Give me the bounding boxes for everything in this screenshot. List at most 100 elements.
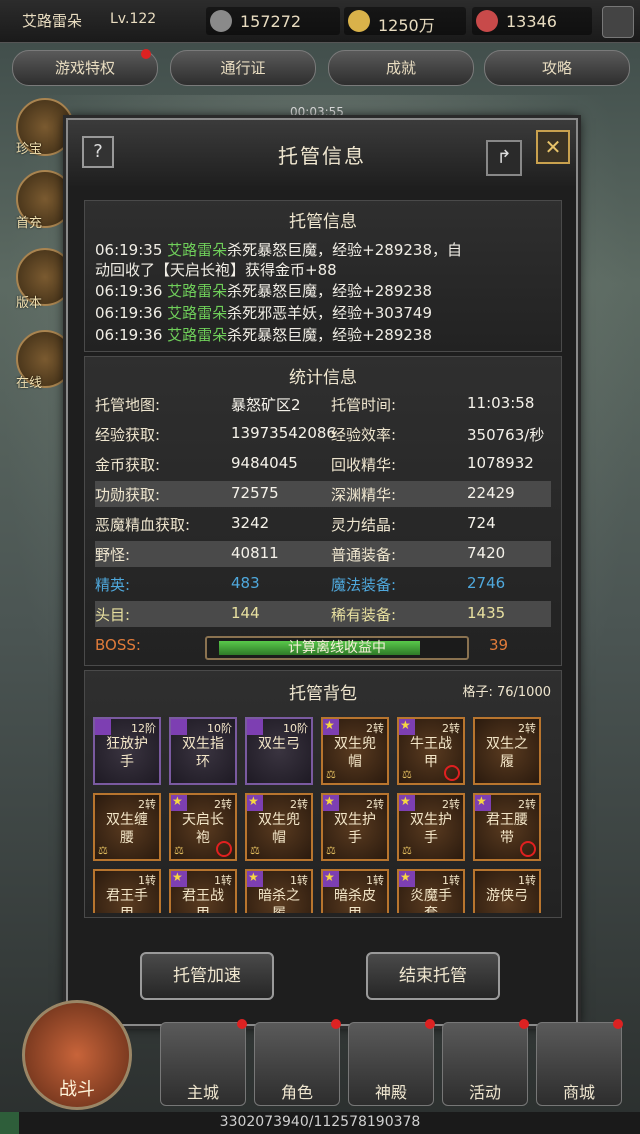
stat-value: 22429 xyxy=(467,484,515,502)
nav-item[interactable]: 神殿 xyxy=(348,1019,435,1106)
stat-value: 724 xyxy=(467,514,496,532)
balance-icon: ⚖ xyxy=(250,844,260,857)
nav-label: 角色 xyxy=(280,1083,313,1102)
gold-value: 1250万 xyxy=(378,16,435,35)
bag-item[interactable]: 12阶 狂放护手 xyxy=(93,717,161,785)
log-time: 06:19:36 xyxy=(95,326,163,344)
ban-icon xyxy=(444,765,460,781)
stat-label: 金币获取: xyxy=(95,456,161,474)
star-glyph: ★ xyxy=(172,870,183,884)
close-button[interactable]: ✕ xyxy=(536,130,570,164)
combat-power: 157272 xyxy=(206,7,340,35)
star-icon: ★ xyxy=(399,794,415,811)
notification-dot xyxy=(237,1019,247,1029)
dialog-header: ? 托管信息 ↱ ✕ xyxy=(68,120,576,186)
nav-item[interactable]: 角色 xyxy=(254,1019,341,1106)
stat-label: 托管时间: xyxy=(331,396,397,414)
bag-item[interactable]: ★ 1转暗杀皮甲 xyxy=(321,869,389,913)
bag-item[interactable]: 1转 游侠弓 xyxy=(473,869,541,913)
bag-item[interactable]: ★ 2转 牛王战甲 ⚖ xyxy=(397,717,465,785)
stat-row: 金币获取: 9484045 回收精华: 1078932 xyxy=(95,451,551,477)
star-glyph: ★ xyxy=(248,794,259,808)
bag-item[interactable]: ★ 2转 双生兜帽 ⚖ xyxy=(321,717,389,785)
item-tier: 2转 xyxy=(138,798,156,811)
exp-bar: 3302073940/112578190378 xyxy=(0,1112,640,1134)
tab-label: 通行证 xyxy=(220,59,266,77)
nav-item[interactable]: 主城 xyxy=(160,1019,247,1106)
stat-label: 功勋获取: xyxy=(95,486,161,504)
bag-item[interactable]: ★ 2转 天启长袍 ⚖ xyxy=(169,793,237,861)
log-panel: 托管信息 06:19:35 艾路雷朵杀死暴怒巨魔，经验+289238，自 动回收… xyxy=(84,200,562,352)
stats-panel: 统计信息 托管地图: 暴怒矿区2 托管时间: 11:03:58 经验获取: 1397354… xyxy=(84,356,562,666)
bag-capacity: 格子: 76/1000 xyxy=(462,685,551,700)
stat-label: 灵力结晶: xyxy=(331,516,397,534)
tab-guide[interactable]: 攻略 xyxy=(484,50,630,86)
stat-value: 144 xyxy=(231,604,260,622)
log-player: 艾路雷朵 xyxy=(167,304,228,322)
stat-label: 经验效率: xyxy=(331,426,397,444)
bag-item[interactable]: ★ 2转 双生护手 ⚖ xyxy=(397,793,465,861)
star-glyph: ★ xyxy=(476,794,487,808)
star-icon: ★ xyxy=(247,870,263,887)
stat-row: 野怪: 40811 普通装备: 7420 xyxy=(95,541,551,567)
item-tier: 1转 xyxy=(290,874,308,887)
log-text: 杀死邪恶羊妖，经验+303749 xyxy=(227,304,433,322)
bag-item[interactable]: ★ 1转炎魔手套 xyxy=(397,869,465,913)
boss-label: BOSS: xyxy=(95,636,141,654)
combat-power-value: 157272 xyxy=(240,12,302,31)
log-entry: 06:19:36 艾路雷朵杀死暴怒巨魔，经验+289238 xyxy=(95,280,432,301)
log-entry: 06:19:36 艾路雷朵杀死暴怒巨魔，经验+289238 xyxy=(95,324,432,345)
stat-value: 483 xyxy=(231,574,260,592)
bag-item[interactable]: 2转 双生之履 xyxy=(473,717,541,785)
stat-label: 深渊精华: xyxy=(331,486,397,504)
stat-value: 350763/秒 xyxy=(467,426,545,444)
item-name: 君王手甲 xyxy=(106,888,148,913)
stat-label: 稀有装备: xyxy=(331,606,397,624)
item-name: 暗杀之履 xyxy=(258,888,300,913)
stat-value: 11:03:58 xyxy=(467,394,535,412)
stat-row: 托管地图: 暴怒矿区2 托管时间: 11:03:58 xyxy=(95,391,551,417)
bag-item[interactable]: 1转君王手甲 xyxy=(93,869,161,913)
bag-item[interactable]: 10阶 双生指环 xyxy=(169,717,237,785)
stat-row: 精英: 483 魔法装备: 2746 xyxy=(95,571,551,597)
end-hosting-button[interactable]: 结束托管 xyxy=(366,952,500,1000)
stat-value: 2746 xyxy=(467,574,506,592)
item-name: 双生兜帽 xyxy=(258,812,300,846)
nav-item[interactable]: 活动 xyxy=(442,1019,529,1106)
tab-pass[interactable]: 通行证 xyxy=(170,50,316,86)
log-player: 艾路雷朵 xyxy=(167,282,228,300)
bag-item[interactable]: 10阶 双生弓 xyxy=(245,717,313,785)
speed-up-button[interactable]: 托管加速 xyxy=(140,952,274,1000)
side-label: 版本 xyxy=(16,296,43,311)
share-button[interactable]: ↱ xyxy=(486,140,522,176)
bag-item[interactable]: ★ 2转 君王腰带 xyxy=(473,793,541,861)
log-time: 06:19:35 xyxy=(95,241,163,259)
bag-item[interactable]: 2转 双生缠腰 ⚖ xyxy=(93,793,161,861)
star-icon: ★ xyxy=(323,794,339,811)
bag-item[interactable]: ★ 2转 双生兜帽 ⚖ xyxy=(245,793,313,861)
item-tier: 2转 xyxy=(366,798,384,811)
tab-privilege[interactable]: 游戏特权 xyxy=(12,49,158,86)
stat-label: 头目: xyxy=(95,606,131,624)
bag-item[interactable]: ★ 1转暗杀之履 xyxy=(245,869,313,913)
item-tier: 2转 xyxy=(518,798,536,811)
nav-item[interactable]: 商城 xyxy=(536,1019,623,1106)
bag-item[interactable]: ★ 1转君王战甲 xyxy=(169,869,237,913)
star-icon: ★ xyxy=(247,794,263,811)
top-status-bar: 艾路雷朵 Lv.122 157272 1250万 13346 xyxy=(0,0,640,43)
stat-label: 回收精华: xyxy=(331,456,397,474)
star-icon: ★ xyxy=(399,718,415,735)
gold-resource[interactable]: 1250万 xyxy=(344,7,466,35)
ban-icon xyxy=(520,841,536,857)
combat-power-icon xyxy=(210,10,232,32)
star-icon: ★ xyxy=(323,718,339,735)
gem-resource[interactable]: 13346 xyxy=(472,7,592,35)
top-tabs: 游戏特权 通行证 成就 攻略 xyxy=(0,48,640,88)
menu-button[interactable] xyxy=(602,6,634,38)
nav-label: 神殿 xyxy=(374,1083,407,1102)
item-name: 炎魔手套 xyxy=(410,888,452,913)
bag-item[interactable]: ★ 2转 双生护手 ⚖ xyxy=(321,793,389,861)
item-name: 游侠弓 xyxy=(486,888,528,904)
nav-label: 主城 xyxy=(186,1083,219,1102)
tab-achievement[interactable]: 成就 xyxy=(328,50,474,86)
